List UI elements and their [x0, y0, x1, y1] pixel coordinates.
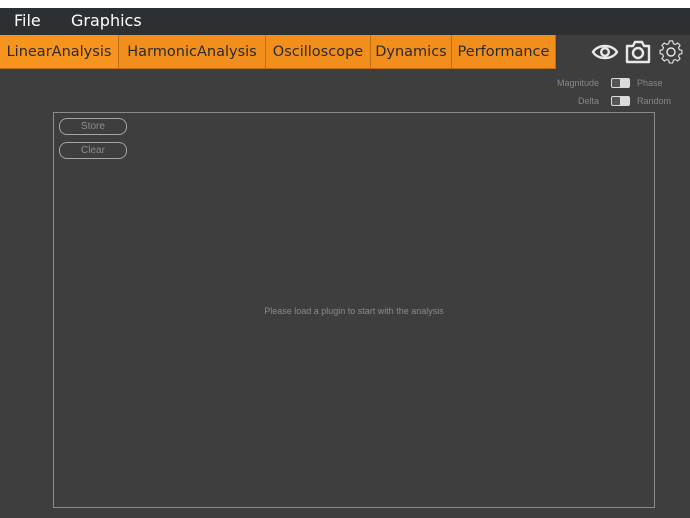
- magnitude-phase-toggle[interactable]: [611, 78, 630, 88]
- toggle-label-random: Random: [637, 96, 672, 106]
- menu-file[interactable]: File: [14, 11, 41, 31]
- clear-button[interactable]: Clear: [59, 142, 127, 159]
- toggle-label-magnitude: Magnitude: [556, 78, 599, 88]
- tab-bar: LinearAnalysis HarmonicAnalysis Oscillos…: [0, 35, 690, 71]
- tab-linear-analysis[interactable]: LinearAnalysis: [0, 35, 119, 69]
- gear-icon[interactable]: [656, 38, 686, 66]
- menu-graphics[interactable]: Graphics: [71, 11, 142, 31]
- delta-random-toggle[interactable]: [611, 96, 630, 106]
- toolbar-icons: [556, 35, 690, 69]
- camera-icon[interactable]: [623, 38, 653, 66]
- toggle-label-phase: Phase: [637, 78, 663, 88]
- eye-icon[interactable]: [590, 38, 620, 66]
- tab-oscilloscope[interactable]: Oscilloscope: [266, 35, 371, 69]
- empty-state-message: Please load a plugin to start with the a…: [264, 306, 444, 316]
- toggle-knob: [612, 97, 620, 105]
- magnitude-phase-toggle-row: Magnitude Phase: [557, 76, 690, 90]
- tab-harmonic-analysis[interactable]: HarmonicAnalysis: [119, 35, 266, 69]
- toggle-label-delta: Delta: [577, 96, 599, 106]
- tab-dynamics[interactable]: Dynamics: [371, 35, 452, 69]
- delta-random-toggle-row: Delta Random: [578, 94, 690, 108]
- store-button[interactable]: Store: [59, 118, 127, 135]
- application-window: File Graphics LinearAnalysis HarmonicAna…: [0, 8, 690, 518]
- toggle-knob: [612, 79, 620, 87]
- tab-performance[interactable]: Performance: [452, 35, 556, 69]
- analysis-plot-area[interactable]: Store Clear Please load a plugin to star…: [53, 112, 655, 508]
- menubar: File Graphics: [0, 8, 690, 35]
